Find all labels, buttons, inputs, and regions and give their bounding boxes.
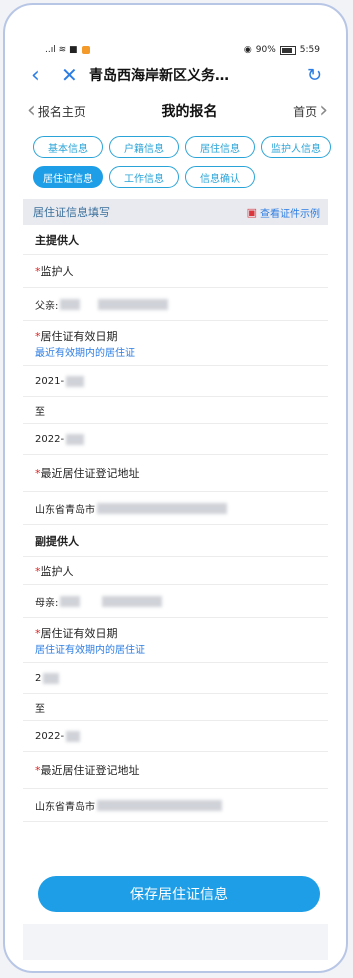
group-label: 副提供人: [35, 534, 79, 548]
nav-forward-home[interactable]: 首页 ›: [293, 100, 328, 122]
secondary-address-input[interactable]: 山东省青岛市: [23, 789, 328, 822]
field-hint: 居住证有效期内的居住证: [35, 644, 145, 656]
field-label: *居住证有效日期: [35, 626, 118, 640]
field-value: 山东省青岛市: [35, 798, 316, 813]
primary-permit-to: 至: [23, 397, 328, 424]
tab-basic-info[interactable]: 基本信息: [33, 136, 103, 158]
eye-icon: ◉: [243, 45, 252, 55]
close-icon[interactable]: ✕: [61, 63, 83, 87]
field-hint: 最近有效期内的居住证: [35, 347, 135, 359]
field-label: *最近居住证登记地址: [35, 764, 140, 777]
primary-permit-label-row: *居住证有效日期 最近有效期内的居住证: [23, 321, 328, 366]
secondary-permit-to: 至: [23, 694, 328, 721]
nav-right-label: 首页: [293, 104, 318, 119]
view-example-link[interactable]: ▣ 查看证件示例: [247, 205, 320, 220]
primary-address-input[interactable]: 山东省青岛市: [23, 492, 328, 525]
clock: 5:59: [299, 45, 320, 55]
primary-permit-start[interactable]: 2021-: [23, 366, 328, 397]
page-title: 青岛西海岸新区义务…: [89, 68, 229, 84]
primary-guardian-label-row: *监护人: [23, 255, 328, 288]
range-separator: 至: [35, 406, 45, 418]
primary-guardian-select[interactable]: 父亲:: [23, 288, 328, 321]
nav-bar: ‹ 报名主页 我的报名 首页 ›: [23, 90, 328, 132]
secondary-group-title: 副提供人: [23, 525, 328, 557]
tab-residence-info[interactable]: 居住信息: [185, 136, 255, 158]
refresh-icon[interactable]: ↻: [307, 65, 322, 86]
field-label: *监护人: [35, 265, 74, 278]
nav-back-home[interactable]: ‹ 报名主页: [27, 100, 86, 122]
secondary-guardian-label-row: *监护人: [23, 557, 328, 585]
nav-left-label: 报名主页: [37, 104, 86, 119]
group-label: 主提供人: [35, 233, 79, 247]
status-bar: ..ıl ≋ ■ ◉ 90% 5:59: [23, 40, 328, 60]
field-value: 2: [35, 672, 316, 684]
screen: ..ıl ≋ ■ ◉ 90% 5:59 ‹ ✕ 青岛西海岸新区义务… ↻ ‹ 报…: [23, 40, 331, 960]
bottom-spacer: [23, 924, 328, 960]
field-label: *居住证有效日期: [35, 329, 118, 343]
primary-address-label-row: *最近居住证登记地址: [23, 455, 328, 492]
battery-icon: [279, 45, 296, 55]
phone-frame: ..ıl ≋ ■ ◉ 90% 5:59 ‹ ✕ 青岛西海岸新区义务… ↻ ‹ 报…: [3, 3, 348, 973]
save-residence-permit-button[interactable]: 保存居住证信息: [38, 876, 320, 912]
field-value: 父亲:: [35, 297, 316, 312]
chevron-left-icon: ‹: [27, 98, 36, 123]
tab-work-info[interactable]: 工作信息: [109, 166, 179, 188]
field-value: 2021-: [35, 375, 316, 387]
notification-icon: [81, 46, 90, 54]
field-label: *监护人: [35, 564, 74, 578]
range-separator: 至: [35, 703, 45, 715]
primary-permit-end[interactable]: 2022-: [23, 424, 328, 455]
field-value: 母亲:: [35, 594, 316, 609]
view-example-label: 查看证件示例: [260, 208, 320, 220]
nav-title: 我的报名: [161, 104, 218, 120]
secondary-address-label-row: *最近居住证登记地址: [23, 752, 328, 789]
secondary-permit-label-row: *居住证有效日期 居住证有效期内的居住证: [23, 618, 328, 663]
tab-confirm[interactable]: 信息确认: [185, 166, 255, 188]
battery-percent: 90%: [255, 45, 276, 55]
section-header: 居住证信息填写 ▣ 查看证件示例: [23, 199, 328, 225]
field-label: *最近居住证登记地址: [35, 467, 140, 480]
document-icon: ▣: [246, 205, 257, 219]
section-title: 居住证信息填写: [33, 206, 110, 219]
secondary-permit-start[interactable]: 2: [23, 663, 328, 694]
tab-residence-permit[interactable]: 居住证信息: [33, 166, 103, 188]
field-value: 2022-: [35, 433, 316, 445]
field-value: 2022-: [35, 730, 316, 742]
tab-guardian-info[interactable]: 监护人信息: [261, 136, 331, 158]
title-bar: ‹ ✕ 青岛西海岸新区义务… ↻: [23, 60, 328, 90]
primary-group-title: 主提供人: [23, 225, 328, 255]
chevron-right-icon: ›: [319, 98, 328, 123]
secondary-guardian-select[interactable]: 母亲:: [23, 585, 328, 618]
step-tabs: 基本信息 户籍信息 居住信息 监护人信息 居住证信息 工作信息 信息确认: [23, 132, 333, 188]
secondary-permit-end[interactable]: 2022-: [23, 721, 328, 752]
field-value: 山东省青岛市: [35, 501, 316, 516]
back-icon[interactable]: ‹: [31, 63, 51, 88]
tab-household-info[interactable]: 户籍信息: [109, 136, 179, 158]
signal-icon: ..ıl ≋ ■: [45, 45, 78, 55]
